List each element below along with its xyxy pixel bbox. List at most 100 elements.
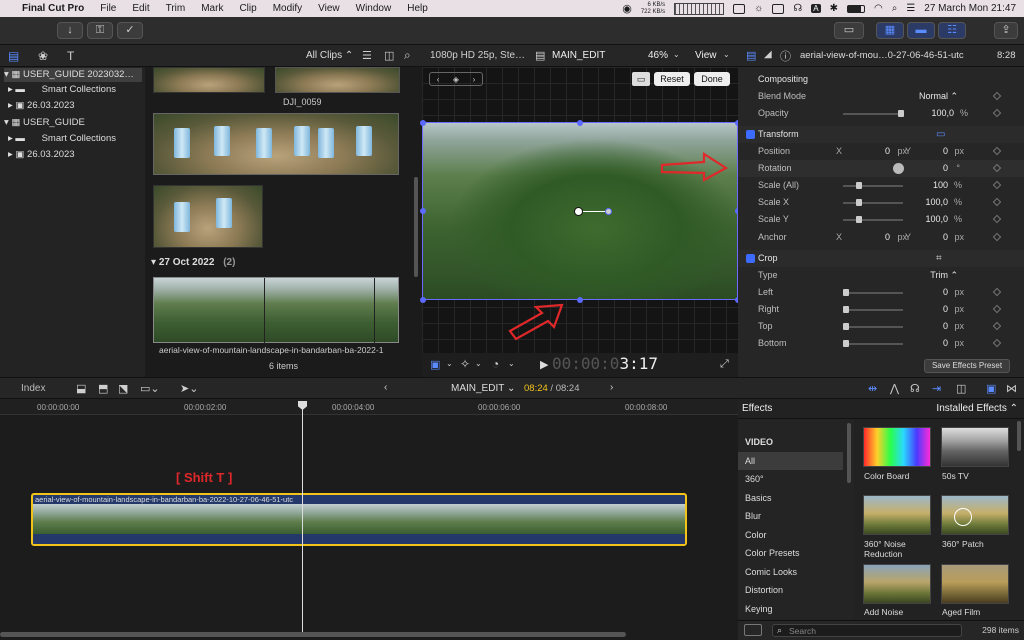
import-button[interactable]: ↓: [57, 22, 83, 39]
anchor-point-icon[interactable]: [574, 207, 583, 216]
crop-type-dropdown[interactable]: Trim ⌃: [930, 267, 958, 284]
timeline-ruler[interactable]: 00:00:00:00 00:00:02:00 00:00:04:00 00:0…: [0, 399, 738, 415]
chevron-down-icon[interactable]: ⌄: [508, 359, 515, 368]
transform-section[interactable]: Transform ▭: [738, 126, 1024, 143]
chevron-down-icon[interactable]: ⌄: [475, 359, 482, 368]
library-item[interactable]: ▸ ▣ 26.03.2023: [8, 99, 75, 113]
menu-window[interactable]: Window: [348, 3, 400, 14]
libraries-icon[interactable]: ▤: [8, 49, 19, 63]
share-button[interactable]: ⇪: [994, 22, 1018, 39]
menu-file[interactable]: File: [92, 3, 124, 14]
keyframe-icon[interactable]: [992, 321, 1002, 331]
library-item[interactable]: ▸ ▬ Smart Collections: [8, 132, 116, 146]
menu-mark[interactable]: Mark: [193, 3, 231, 14]
menu-trim[interactable]: Trim: [158, 3, 194, 14]
filmstrip-view-icon[interactable]: ☰: [362, 49, 372, 62]
history-forward-icon[interactable]: ›: [610, 382, 613, 393]
enhance-icon[interactable]: ✧: [460, 357, 470, 371]
library-item[interactable]: ▸ ▣ 26.03.2023: [8, 148, 75, 162]
brightness-icon[interactable]: ☼: [754, 3, 763, 14]
clip-thumbnail[interactable]: [153, 113, 399, 175]
category-item[interactable]: All: [738, 452, 843, 470]
scale-y-value[interactable]: 100,0: [925, 211, 948, 228]
timeline-clip[interactable]: aerial-view-of-mountain-landscape-in-ban…: [31, 493, 687, 546]
clip-appearance-icon[interactable]: ◫: [384, 49, 394, 62]
scale-all-slider[interactable]: [843, 185, 903, 187]
info-icon[interactable]: ⓘ: [780, 48, 791, 64]
slider-knob[interactable]: [843, 323, 849, 330]
anchor-x-value[interactable]: 0: [885, 229, 890, 246]
clip-appearance-icon[interactable]: ◫: [956, 382, 966, 395]
screen-icon[interactable]: [772, 3, 785, 14]
keyframe-icon[interactable]: [992, 304, 1002, 314]
effect-thumbnail[interactable]: [863, 427, 931, 467]
category-item[interactable]: Basics: [738, 489, 843, 507]
category-scrollbar[interactable]: [847, 423, 851, 483]
append-clip-icon[interactable]: ⬓: [76, 382, 86, 395]
date-group-header[interactable]: ▾ 27 Oct 2022 (2): [151, 257, 235, 268]
color-inspector-icon[interactable]: ◢: [764, 49, 772, 60]
edit-mode-icon[interactable]: ▭⌄: [140, 382, 160, 395]
speed-icon[interactable]: ◔: [492, 357, 499, 371]
opacity-slider[interactable]: [843, 113, 903, 115]
overwrite-clip-icon[interactable]: ⬔: [118, 382, 128, 395]
scale-x-slider[interactable]: [843, 202, 903, 204]
category-item[interactable]: Keying: [738, 600, 843, 618]
chevron-down-icon[interactable]: ⌄: [446, 359, 453, 368]
effects-scrollbar[interactable]: [1017, 421, 1021, 451]
transform-handle[interactable]: [420, 297, 426, 303]
display-icon[interactable]: [733, 3, 746, 14]
transform-mode-icon[interactable]: ▭: [632, 72, 650, 86]
timeline-project-dropdown[interactable]: MAIN_EDIT ⌄: [451, 383, 515, 394]
photos-icon[interactable]: ❀: [38, 49, 48, 63]
crop-overlay-icon[interactable]: ⌗: [936, 250, 942, 267]
menu-help[interactable]: Help: [399, 3, 436, 14]
category-item[interactable]: 360°: [738, 470, 843, 488]
clock[interactable]: 27 March Mon 21:47: [924, 3, 1016, 14]
category-item[interactable]: Color Presets: [738, 544, 843, 562]
app-menu[interactable]: Final Cut Pro: [18, 3, 92, 14]
keyframe-icon[interactable]: [992, 287, 1002, 297]
libraries-toggle-button[interactable]: ▭: [834, 22, 864, 39]
installed-effects-dropdown[interactable]: Installed Effects ⌃: [936, 403, 1018, 414]
transform-checkbox[interactable]: [746, 130, 755, 139]
sidebar-toggle-icon[interactable]: [744, 624, 762, 636]
transform-overlay-icon[interactable]: ▭: [936, 126, 945, 143]
clip-thumbnail[interactable]: [153, 185, 263, 248]
snapping-icon[interactable]: ⇥: [932, 382, 941, 395]
scale-x-value[interactable]: 100,0: [925, 194, 948, 211]
timeline-toggle-button[interactable]: ▬: [907, 22, 935, 39]
background-tasks-button[interactable]: ✓: [117, 22, 143, 39]
position-x-value[interactable]: 0: [885, 143, 890, 160]
timeline-scrollbar[interactable]: [0, 632, 626, 637]
library-item[interactable]: ▸ ▬ Smart Collections: [8, 83, 116, 97]
keyframe-icon[interactable]: [992, 146, 1002, 156]
effect-thumbnail[interactable]: [941, 495, 1009, 535]
keyframe-icon[interactable]: [992, 91, 1002, 101]
crop-left-value[interactable]: 0: [943, 284, 948, 301]
search-icon[interactable]: ⌕: [404, 48, 411, 63]
clip-thumbnail[interactable]: [275, 67, 400, 93]
playhead[interactable]: [302, 402, 303, 632]
clip-filter-dropdown[interactable]: All Clips ⌃: [306, 50, 353, 61]
disclosure-icon[interactable]: ▾: [151, 257, 159, 268]
keyframe-icon[interactable]: [992, 197, 1002, 207]
status-icon[interactable]: ◉: [622, 2, 632, 15]
transform-handle[interactable]: [420, 208, 426, 214]
transform-handle[interactable]: [577, 297, 583, 303]
slider-knob[interactable]: [856, 216, 862, 223]
chevron-down-icon[interactable]: ⌄: [723, 50, 730, 59]
disclosure-icon[interactable]: ▾ ▦: [4, 117, 23, 128]
battery-icon[interactable]: [846, 4, 865, 13]
effects-browser-icon[interactable]: ▣: [986, 382, 996, 395]
audio-skimming-icon[interactable]: ⋀: [890, 382, 899, 395]
bluetooth-icon[interactable]: ✱: [830, 3, 838, 14]
add-keyframe-icon[interactable]: ◈: [453, 75, 459, 84]
index-button[interactable]: Index: [21, 383, 45, 394]
keyframe-icon[interactable]: [992, 108, 1002, 118]
effect-thumbnail[interactable]: [941, 427, 1009, 467]
anchor-y-value[interactable]: 0: [943, 229, 948, 246]
rotation-dial[interactable]: [893, 163, 904, 174]
blend-mode-dropdown[interactable]: Normal ⌃: [919, 88, 958, 105]
keyframe-icon[interactable]: [992, 163, 1002, 173]
